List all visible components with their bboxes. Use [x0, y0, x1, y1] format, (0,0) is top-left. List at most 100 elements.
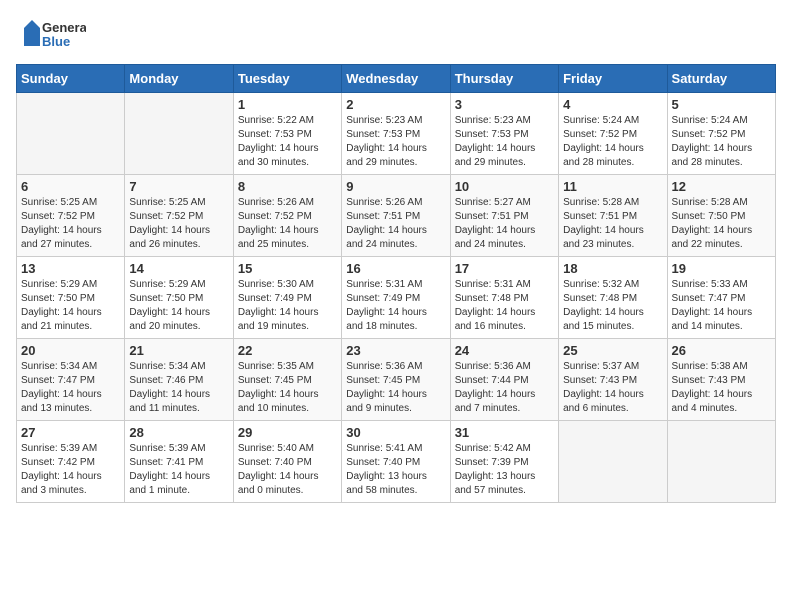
- day-info: Sunrise: 5:24 AM Sunset: 7:52 PM Dayligh…: [672, 114, 771, 170]
- day-info: Sunrise: 5:28 AM Sunset: 7:51 PM Dayligh…: [563, 196, 662, 252]
- day-info: Sunrise: 5:40 AM Sunset: 7:40 PM Dayligh…: [238, 442, 337, 498]
- calendar-cell: 8Sunrise: 5:26 AM Sunset: 7:52 PM Daylig…: [233, 175, 341, 257]
- calendar-cell: 26 Sunrise: 5:38 AM Sunset: 7:43 PM Dayli…: [667, 339, 775, 421]
- day-info: Sunrise: 5:36 AM Sunset: 7:45 PM Dayligh…: [346, 360, 445, 416]
- calendar-cell: 13 Sunrise: 5:29 AM Sunset: 7:50 PM Dayli…: [17, 257, 125, 339]
- day-info: Sunrise: 5:23 AM Sunset: 7:53 PM Dayligh…: [455, 114, 554, 170]
- calendar-cell: [667, 421, 775, 503]
- day-info: Sunrise: 5:22 AM Sunset: 7:53 PM Dayligh…: [238, 114, 337, 170]
- calendar-cell: 18Sunrise: 5:32 AM Sunset: 7:48 PM Dayli…: [559, 257, 667, 339]
- day-number: 30: [346, 425, 445, 440]
- calendar-cell: 1 Sunrise: 5:22 AM Sunset: 7:53 PM Daylig…: [233, 93, 341, 175]
- day-info: Sunrise: 5:29 AM Sunset: 7:50 PM Dayligh…: [129, 278, 228, 334]
- calendar-cell: 12 Sunrise: 5:28 AM Sunset: 7:50 PM Dayli…: [667, 175, 775, 257]
- calendar-header-row: SundayMondayTuesdayWednesdayThursdayFrid…: [17, 65, 776, 93]
- svg-text:Blue: Blue: [42, 34, 70, 49]
- day-number: 25: [563, 343, 662, 358]
- calendar-day-header: Wednesday: [342, 65, 450, 93]
- day-info: Sunrise: 5:23 AM Sunset: 7:53 PM Dayligh…: [346, 114, 445, 170]
- calendar-cell: 21 Sunrise: 5:34 AM Sunset: 7:46 PM Dayli…: [125, 339, 233, 421]
- calendar-cell: 5 Sunrise: 5:24 AM Sunset: 7:52 PM Daylig…: [667, 93, 775, 175]
- day-info: Sunrise: 5:34 AM Sunset: 7:47 PM Dayligh…: [21, 360, 120, 416]
- calendar-day-header: Tuesday: [233, 65, 341, 93]
- calendar-cell: 22 Sunrise: 5:35 AM Sunset: 7:45 PM Dayli…: [233, 339, 341, 421]
- logo: GeneralBlue: [16, 16, 86, 52]
- calendar-week-row: 1 Sunrise: 5:22 AM Sunset: 7:53 PM Daylig…: [17, 93, 776, 175]
- calendar-table: SundayMondayTuesdayWednesdayThursdayFrid…: [16, 64, 776, 503]
- calendar-day-header: Thursday: [450, 65, 558, 93]
- day-number: 11: [563, 179, 662, 194]
- calendar-cell: 16Sunrise: 5:31 AM Sunset: 7:49 PM Dayli…: [342, 257, 450, 339]
- calendar-cell: 10Sunrise: 5:27 AM Sunset: 7:51 PM Dayli…: [450, 175, 558, 257]
- day-number: 3: [455, 97, 554, 112]
- day-number: 19: [672, 261, 771, 276]
- day-number: 6: [21, 179, 120, 194]
- day-info: Sunrise: 5:32 AM Sunset: 7:48 PM Dayligh…: [563, 278, 662, 334]
- day-info: Sunrise: 5:38 AM Sunset: 7:43 PM Dayligh…: [672, 360, 771, 416]
- day-info: Sunrise: 5:39 AM Sunset: 7:41 PM Dayligh…: [129, 442, 228, 498]
- calendar-cell: 15Sunrise: 5:30 AM Sunset: 7:49 PM Dayli…: [233, 257, 341, 339]
- day-info: Sunrise: 5:26 AM Sunset: 7:51 PM Dayligh…: [346, 196, 445, 252]
- day-info: Sunrise: 5:34 AM Sunset: 7:46 PM Dayligh…: [129, 360, 228, 416]
- day-number: 1: [238, 97, 337, 112]
- calendar-cell: 17 Sunrise: 5:31 AM Sunset: 7:48 PM Dayli…: [450, 257, 558, 339]
- calendar-cell: [17, 93, 125, 175]
- day-info: Sunrise: 5:41 AM Sunset: 7:40 PM Dayligh…: [346, 442, 445, 498]
- day-info: Sunrise: 5:29 AM Sunset: 7:50 PM Dayligh…: [21, 278, 120, 334]
- day-info: Sunrise: 5:33 AM Sunset: 7:47 PM Dayligh…: [672, 278, 771, 334]
- day-info: Sunrise: 5:31 AM Sunset: 7:48 PM Dayligh…: [455, 278, 554, 334]
- day-number: 12: [672, 179, 771, 194]
- calendar-cell: 6 Sunrise: 5:25 AM Sunset: 7:52 PM Daylig…: [17, 175, 125, 257]
- day-info: Sunrise: 5:39 AM Sunset: 7:42 PM Dayligh…: [21, 442, 120, 498]
- day-info: Sunrise: 5:30 AM Sunset: 7:49 PM Dayligh…: [238, 278, 337, 334]
- day-number: 9: [346, 179, 445, 194]
- calendar-cell: 27 Sunrise: 5:39 AM Sunset: 7:42 PM Dayli…: [17, 421, 125, 503]
- day-info: Sunrise: 5:26 AM Sunset: 7:52 PM Dayligh…: [238, 196, 337, 252]
- day-number: 23: [346, 343, 445, 358]
- day-number: 26: [672, 343, 771, 358]
- day-number: 17: [455, 261, 554, 276]
- calendar-cell: 9 Sunrise: 5:26 AM Sunset: 7:51 PM Daylig…: [342, 175, 450, 257]
- day-info: Sunrise: 5:24 AM Sunset: 7:52 PM Dayligh…: [563, 114, 662, 170]
- calendar-week-row: 6 Sunrise: 5:25 AM Sunset: 7:52 PM Daylig…: [17, 175, 776, 257]
- calendar-cell: 7Sunrise: 5:25 AM Sunset: 7:52 PM Daylig…: [125, 175, 233, 257]
- calendar-cell: 23 Sunrise: 5:36 AM Sunset: 7:45 PM Dayli…: [342, 339, 450, 421]
- day-number: 4: [563, 97, 662, 112]
- calendar-cell: 24 Sunrise: 5:36 AM Sunset: 7:44 PM Dayli…: [450, 339, 558, 421]
- day-number: 5: [672, 97, 771, 112]
- calendar-day-header: Friday: [559, 65, 667, 93]
- day-number: 7: [129, 179, 228, 194]
- day-number: 24: [455, 343, 554, 358]
- day-number: 31: [455, 425, 554, 440]
- calendar-day-header: Saturday: [667, 65, 775, 93]
- calendar-day-header: Monday: [125, 65, 233, 93]
- calendar-cell: 31 Sunrise: 5:42 AM Sunset: 7:39 PM Dayli…: [450, 421, 558, 503]
- calendar-cell: [559, 421, 667, 503]
- calendar-day-header: Sunday: [17, 65, 125, 93]
- svg-text:General: General: [42, 20, 86, 35]
- calendar-cell: 2 Sunrise: 5:23 AM Sunset: 7:53 PM Daylig…: [342, 93, 450, 175]
- calendar-cell: 19 Sunrise: 5:33 AM Sunset: 7:47 PM Dayli…: [667, 257, 775, 339]
- calendar-cell: 28Sunrise: 5:39 AM Sunset: 7:41 PM Dayli…: [125, 421, 233, 503]
- calendar-cell: 3 Sunrise: 5:23 AM Sunset: 7:53 PM Daylig…: [450, 93, 558, 175]
- day-number: 14: [129, 261, 228, 276]
- day-number: 22: [238, 343, 337, 358]
- day-number: 2: [346, 97, 445, 112]
- calendar-cell: 14 Sunrise: 5:29 AM Sunset: 7:50 PM Dayli…: [125, 257, 233, 339]
- day-info: Sunrise: 5:42 AM Sunset: 7:39 PM Dayligh…: [455, 442, 554, 498]
- day-number: 29: [238, 425, 337, 440]
- day-info: Sunrise: 5:25 AM Sunset: 7:52 PM Dayligh…: [21, 196, 120, 252]
- day-number: 13: [21, 261, 120, 276]
- page-header: GeneralBlue: [16, 16, 776, 52]
- day-number: 20: [21, 343, 120, 358]
- day-number: 10: [455, 179, 554, 194]
- calendar-cell: 30 Sunrise: 5:41 AM Sunset: 7:40 PM Dayli…: [342, 421, 450, 503]
- day-info: Sunrise: 5:37 AM Sunset: 7:43 PM Dayligh…: [563, 360, 662, 416]
- day-number: 27: [21, 425, 120, 440]
- calendar-week-row: 20 Sunrise: 5:34 AM Sunset: 7:47 PM Dayli…: [17, 339, 776, 421]
- calendar-cell: [125, 93, 233, 175]
- day-info: Sunrise: 5:36 AM Sunset: 7:44 PM Dayligh…: [455, 360, 554, 416]
- day-number: 21: [129, 343, 228, 358]
- day-info: Sunrise: 5:35 AM Sunset: 7:45 PM Dayligh…: [238, 360, 337, 416]
- day-info: Sunrise: 5:28 AM Sunset: 7:50 PM Dayligh…: [672, 196, 771, 252]
